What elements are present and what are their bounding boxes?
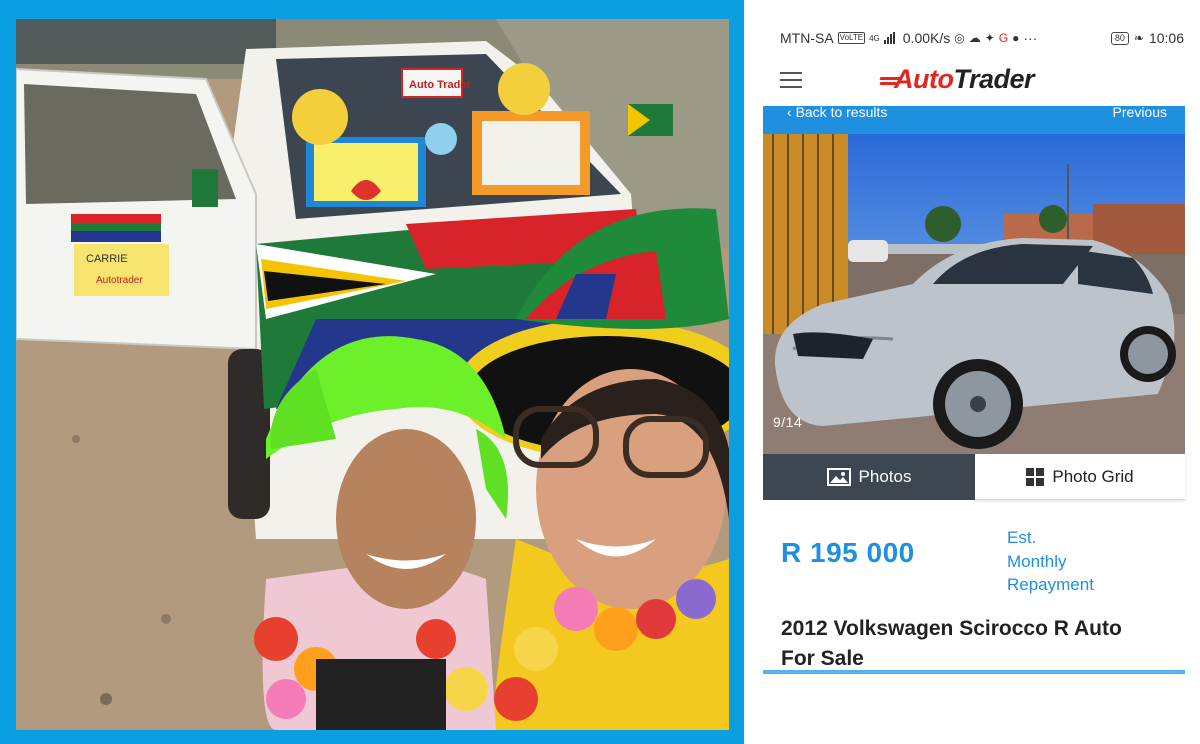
tab-photo-grid[interactable]: Photo Grid xyxy=(975,454,1185,500)
grid-icon xyxy=(1026,467,1045,486)
photo-frame: Auto Trader CARRIE Autotrader xyxy=(0,0,744,744)
more-icon: ··· xyxy=(1023,30,1038,46)
status-bar: MTN-SA VoLTE 4G 0.00K/s ◎ ☁ ✦ G ● ··· 80… xyxy=(744,26,1200,52)
battery-icon: 80 xyxy=(1110,31,1129,45)
network-type: 4G xyxy=(869,33,880,43)
tab-photos-label: Photos xyxy=(858,467,912,486)
windshield-sign-text: Auto Trader xyxy=(409,79,471,91)
door-sign-name: CARRIE xyxy=(86,253,128,265)
autotrader-logo[interactable]: AutoTrader xyxy=(879,64,1035,95)
est-line-1: Est. xyxy=(1007,528,1037,547)
logo-auto-text: Auto xyxy=(894,64,954,94)
whatsapp-icon: ◎ xyxy=(954,31,965,45)
app-bar: AutoTrader xyxy=(744,58,1200,104)
tab-photo-grid-label: Photo Grid xyxy=(1052,466,1134,486)
net-speed: 0.00K/s xyxy=(902,30,951,46)
leaf-icon: ❧ xyxy=(1133,31,1144,45)
logo-stripes-icon xyxy=(879,74,902,88)
section-divider xyxy=(763,670,1185,674)
phone-screen: MTN-SA VoLTE 4G 0.00K/s ◎ ☁ ✦ G ● ··· 80… xyxy=(744,0,1200,744)
car-photo[interactable] xyxy=(763,134,1185,454)
gallery-tabs: Photos Photo Grid xyxy=(763,454,1185,500)
listing-price: R 195 000 xyxy=(781,537,915,568)
est-line-2: Monthly xyxy=(1007,551,1067,571)
photo-counter: 9/14 xyxy=(773,414,803,430)
chevron-left-icon: ‹ xyxy=(787,104,796,120)
volte-badge: VoLTE xyxy=(837,32,866,44)
listing-title-line-1: 2012 Volkswagen Scirocco R Auto xyxy=(781,617,1122,640)
twitter-icon: ✦ xyxy=(984,31,995,45)
results-nav-strip: ‹ Back to results Previous xyxy=(763,104,1185,134)
est-monthly-repayment-link[interactable]: Est. Monthly Repayment xyxy=(1007,526,1127,597)
carrier-label: MTN-SA xyxy=(780,30,834,46)
tab-photos[interactable]: Photos xyxy=(763,454,975,500)
google-icon: G xyxy=(998,31,1009,45)
logo-trader-text: Trader xyxy=(953,64,1035,94)
hamburger-icon[interactable] xyxy=(780,70,804,90)
back-label: Back to results xyxy=(795,104,888,120)
selfie-photo: Auto Trader CARRIE Autotrader xyxy=(16,19,729,730)
cloud-icon: ☁ xyxy=(968,31,981,45)
clock: 10:06 xyxy=(1148,30,1184,46)
previous-link[interactable]: Previous xyxy=(1113,104,1167,120)
listing-title: 2012 Volkswagen Scirocco R Auto For Sale xyxy=(781,614,1171,674)
chat-icon: ● xyxy=(1012,31,1020,45)
door-sign-brand: Autotrader xyxy=(96,275,143,286)
signal-icon xyxy=(883,32,895,44)
est-line-3: Repayment xyxy=(1007,575,1094,594)
image-icon xyxy=(826,468,851,486)
back-to-results-link[interactable]: ‹ Back to results xyxy=(787,104,887,120)
